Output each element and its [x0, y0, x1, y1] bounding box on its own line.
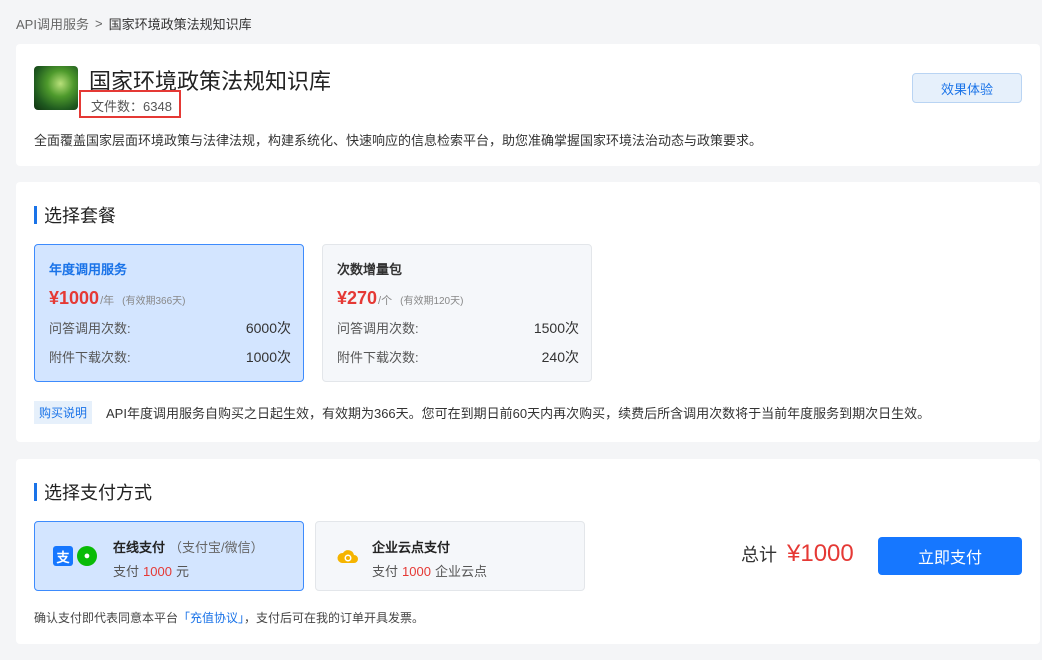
plan-price-unit: /个: [378, 295, 393, 307]
kb-description: 全面覆盖国家层面环境政策与法律法规，构建系统化、快速响应的信息检索平台，助您准确…: [34, 133, 763, 148]
breadcrumb-separator: >: [94, 16, 103, 31]
kb-thumbnail-image: [34, 66, 78, 110]
payment-option-cloud[interactable]: 企业云点支付 支付 1000 企业云点: [315, 521, 585, 591]
pay-now-button[interactable]: 立即支付: [878, 537, 1022, 575]
plan-name: 年度调用服务: [49, 262, 128, 277]
agreement-prefix: 确认支付即代表同意本平台: [34, 611, 179, 625]
payment-amount-prefix: 支付: [113, 564, 140, 579]
breadcrumb-parent-link[interactable]: API调用服务: [16, 14, 89, 33]
plan-row-label: 附件下载次数:: [337, 350, 419, 365]
breadcrumb: API调用服务 > 国家环境政策法规知识库: [16, 14, 252, 33]
purchase-note: 购买说明 API年度调用服务自购买之日起生效，有效期为366天。您可在到期日前6…: [34, 401, 930, 424]
plan-price-unit: /年: [100, 295, 115, 307]
purchase-note-tag: 购买说明: [34, 401, 93, 424]
plan-row-value: 1500次: [533, 320, 579, 336]
payment-amount-suffix: 元: [175, 564, 189, 579]
cloud-coin-icon: [337, 550, 358, 563]
payment-amount-value: 1000: [402, 564, 431, 579]
payment-amount: 支付 1000 元: [113, 561, 189, 580]
plan-option-annual[interactable]: 年度调用服务 ¥1000 /年 (有效期366天) 问答调用次数: 6000次 …: [34, 244, 304, 382]
kb-header-card: 国家环境政策法规知识库 文件数：6348 全面覆盖国家层面环境政策与法律法规，构…: [16, 44, 1040, 166]
plan-price-value: ¥270: [337, 288, 378, 308]
plan-section-title: 选择套餐: [34, 202, 116, 228]
plan-row-label: 附件下载次数:: [49, 350, 131, 365]
agreement-suffix: ，支付后可在我的订单开具发票。: [244, 611, 425, 625]
payment-amount-prefix: 支付: [372, 564, 399, 579]
plan-row-value: 6000次: [245, 320, 291, 336]
payment-method-card: 选择支付方式 支 ● 在线支付 （支付宝/微信） 支付 1000 元 企业云点支付 支…: [16, 459, 1040, 644]
plan-row-value: 1000次: [245, 349, 291, 365]
payment-icons: 支 ●: [53, 546, 97, 566]
plan-row-qa: 问答调用次数: 1500次: [337, 318, 579, 338]
breadcrumb-current: 国家环境政策法规知识库: [108, 17, 252, 32]
plan-row-download: 附件下载次数: 240次: [337, 347, 579, 367]
payment-amount: 支付 1000 企业云点: [372, 561, 487, 580]
plan-row-label: 问答调用次数:: [49, 321, 131, 336]
total-label: 总计: [741, 545, 777, 565]
plan-selection-card: 选择套餐 年度调用服务 ¥1000 /年 (有效期366天) 问答调用次数: 6…: [16, 182, 1040, 442]
kb-file-count: 文件数：6348: [79, 90, 181, 118]
try-effect-button[interactable]: 效果体验: [912, 73, 1022, 103]
plan-row-value: 240次: [541, 349, 579, 365]
plan-price-value: ¥1000: [49, 288, 100, 308]
payment-amount-value: 1000: [143, 564, 172, 579]
plan-row-download: 附件下载次数: 1000次: [49, 347, 291, 367]
payment-agreement-text: 确认支付即代表同意本平台「充值协议」，支付后可在我的订单开具发票。: [34, 609, 424, 626]
plan-price: ¥1000 /年 (有效期366天): [49, 288, 291, 309]
wechat-icon: ●: [77, 546, 97, 566]
plan-validity: (有效期366天): [122, 296, 186, 307]
payment-option-title: 在线支付 （支付宝/微信）: [113, 537, 264, 556]
payment-option-title: 企业云点支付: [372, 537, 450, 556]
payment-title-text: 在线支付: [113, 540, 166, 555]
plan-price: ¥270 /个 (有效期120天): [337, 288, 579, 309]
alipay-icon: 支: [53, 546, 73, 566]
plan-row-label: 问答调用次数:: [337, 321, 419, 336]
recharge-agreement-link[interactable]: 「充值协议」: [178, 611, 244, 625]
purchase-note-text: API年度调用服务自购买之日起生效，有效期为366天。您可在到期日前60天内再次…: [106, 406, 931, 421]
payment-option-online[interactable]: 支 ● 在线支付 （支付宝/微信） 支付 1000 元: [34, 521, 304, 591]
payment-section-title: 选择支付方式: [34, 479, 152, 505]
total-value: ¥1000: [787, 540, 854, 567]
payment-subtitle: （支付宝/微信）: [169, 540, 264, 555]
payment-title-text: 企业云点支付: [372, 540, 451, 555]
plan-row-qa: 问答调用次数: 6000次: [49, 318, 291, 338]
payment-amount-suffix: 企业云点: [434, 564, 487, 579]
plan-name: 次数增量包: [337, 262, 403, 277]
total-amount: 总计 ¥1000: [741, 540, 854, 568]
plan-validity: (有效期120天): [400, 296, 464, 307]
plan-option-increment[interactable]: 次数增量包 ¥270 /个 (有效期120天) 问答调用次数: 1500次 附件…: [322, 244, 592, 382]
